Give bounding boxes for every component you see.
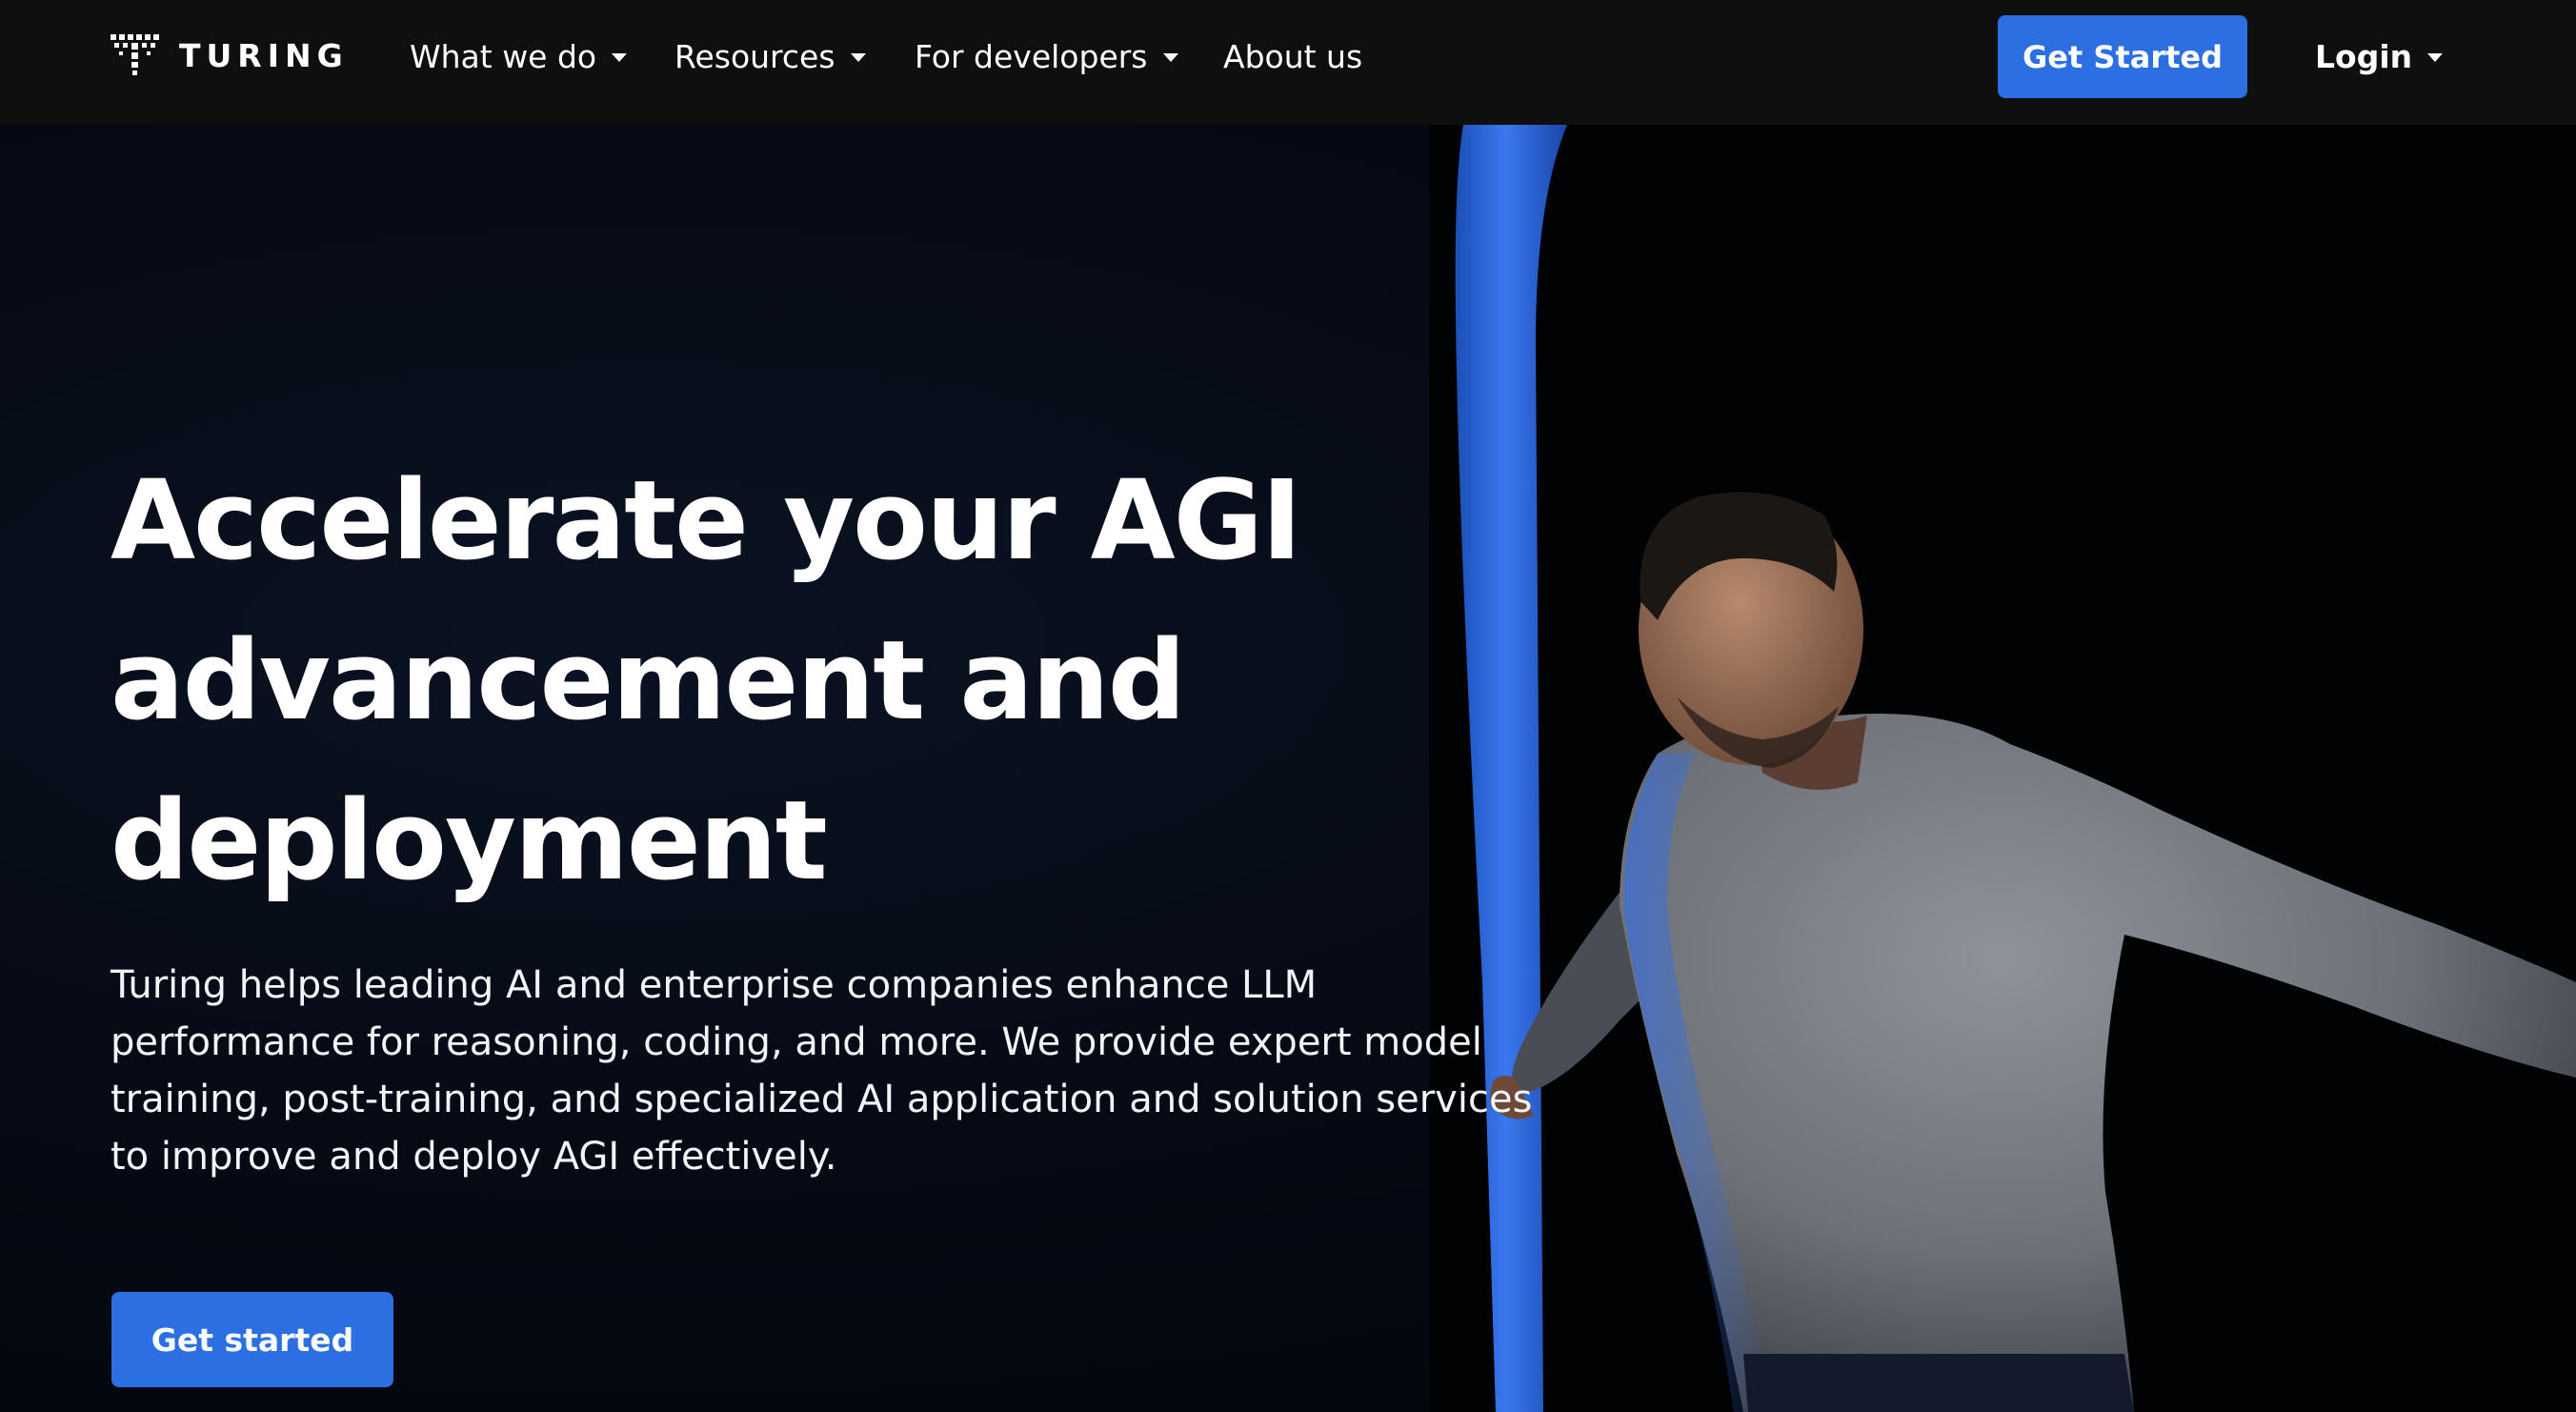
get-started-hero-button[interactable]: Get started: [111, 1292, 393, 1387]
caret-down-icon: [850, 53, 866, 62]
page: TURING What we do Resources For develope…: [0, 0, 2576, 1412]
brand-logo[interactable]: TURING: [111, 34, 349, 78]
nav-resources-label: Resources: [674, 37, 835, 75]
caret-down-icon: [612, 53, 628, 62]
get-started-nav-button[interactable]: Get Started: [1998, 15, 2247, 98]
caret-down-icon: [2427, 53, 2444, 62]
nav-about-us-label: About us: [1223, 37, 1363, 75]
hero-section: Accelerate your AGI advancement and depl…: [0, 125, 2576, 1412]
brand-name: TURING: [179, 37, 349, 74]
login-label: Login: [2315, 37, 2413, 75]
nav-what-we-do-label: What we do: [410, 37, 597, 75]
nav-for-developers[interactable]: For developers: [915, 32, 1178, 80]
nav-resources[interactable]: Resources: [674, 32, 866, 80]
hero-title: Accelerate your AGI advancement and depl…: [111, 457, 1302, 905]
nav-what-we-do[interactable]: What we do: [410, 32, 628, 80]
nav-for-developers-label: For developers: [915, 37, 1148, 75]
turing-logo-icon: [111, 34, 159, 75]
hero-subtitle: Turing helps leading AI and enterprise c…: [111, 963, 1533, 1179]
login-menu[interactable]: Login: [2315, 32, 2444, 80]
nav-about-us[interactable]: About us: [1223, 32, 1362, 80]
top-navbar: TURING What we do Resources For develope…: [0, 0, 2576, 125]
caret-down-icon: [1162, 53, 1178, 62]
